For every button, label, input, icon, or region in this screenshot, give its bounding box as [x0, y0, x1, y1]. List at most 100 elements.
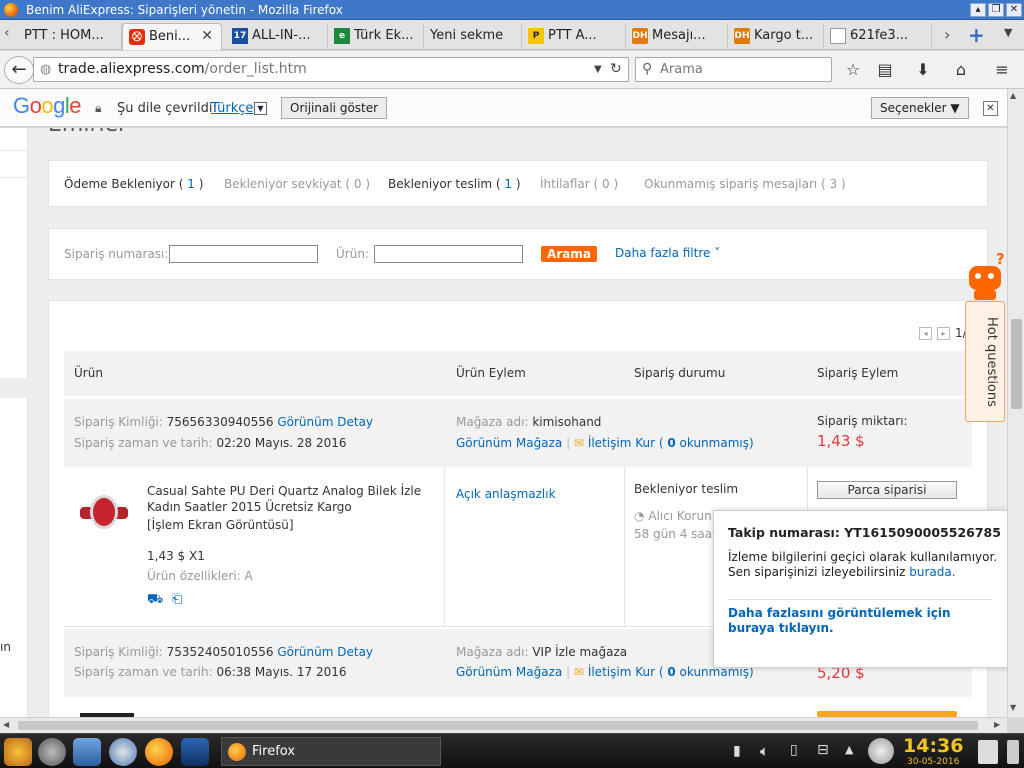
tab-ptt-home[interactable]: PTT : HOM...	[18, 23, 122, 50]
open-dispute-link[interactable]: Açık anlaşmazlık	[456, 487, 556, 501]
system-icon[interactable]	[38, 738, 66, 766]
scroll-right-icon[interactable]: ▶	[994, 720, 1000, 729]
taskbar-firefox-task[interactable]: Firefox	[221, 737, 441, 766]
more-filters-link[interactable]: Daha fazla filtre ˅	[615, 246, 720, 260]
order-amount: 1,43 $	[817, 432, 865, 450]
status-tab-awaiting-payment[interactable]: Ödeme Bekleniyor ( 1 )	[64, 177, 203, 191]
hscroll-thumb[interactable]	[18, 721, 978, 730]
contact-link[interactable]: İletişim Kur ( 0 okunmamış)	[588, 436, 754, 450]
track-order-button[interactable]: Parca siparisi	[817, 481, 957, 499]
url-dropdown-icon[interactable]: ▼	[594, 58, 602, 81]
mouse-icon[interactable]: ▯	[790, 742, 798, 758]
url-bar[interactable]: ◍ trade.aliexpress.com/order_list.htm ▼ …	[33, 57, 629, 82]
tab-list-chevron-icon[interactable]: ▼	[1004, 26, 1012, 39]
status-tab-unread-messages[interactable]: Okunmamış sipariş mesajları ( 3 )	[644, 177, 846, 191]
hot-questions-tab[interactable]: Hot questions	[965, 301, 1005, 422]
tab-messages[interactable]: DH Mesajı...	[626, 23, 728, 50]
window-titlebar: Benim AliExpress: Siparişleri yönetin - …	[0, 0, 1024, 20]
volume-icon[interactable]: 🔈︎	[760, 742, 769, 760]
search-icon: ⚲	[642, 61, 653, 77]
product-label: Ürün:	[336, 247, 369, 261]
calculator-icon[interactable]	[978, 740, 998, 764]
tab-aliexpress[interactable]: ⛒ Beni... ✕	[122, 23, 222, 50]
product-title-link[interactable]: Casual Sahte PU Deri Quartz Analog Bilek…	[147, 483, 439, 515]
tab-new[interactable]: Yeni sekme	[424, 23, 522, 50]
maximize-button[interactable]: ❐	[988, 3, 1004, 17]
robot-assistant-icon[interactable]	[966, 264, 1004, 300]
order-id-label: Sipariş Kimliği:	[74, 645, 163, 659]
clipboard-icon[interactable]: ▮	[733, 743, 741, 759]
col-order-action: Sipariş Eylem	[817, 366, 899, 380]
status-tab-awaiting-shipment[interactable]: Bekleniyor sevkiyat ( 0 )	[224, 177, 370, 191]
language-select[interactable]: Türkçe	[211, 101, 253, 116]
options-button[interactable]: Seçenekler ▼	[871, 97, 969, 119]
scroll-down-icon[interactable]: ▼	[1010, 703, 1016, 712]
firefox-icon	[228, 743, 246, 761]
user-icon[interactable]	[868, 738, 894, 764]
tab-bar: ‹ PTT : HOM... ⛒ Beni... ✕ 17 ALL-IN-... e…	[0, 20, 1024, 50]
tab-621fe3[interactable]: 621fe3...	[824, 23, 932, 50]
track-here-link[interactable]: burada.	[909, 565, 955, 579]
view-store-link[interactable]: Görünüm Mağaza	[456, 436, 562, 450]
firefox-launcher-icon[interactable]	[145, 738, 173, 766]
tab-scroll-right-icon[interactable]: ›	[944, 25, 950, 44]
view-detail-link[interactable]: Görünüm Detay	[277, 645, 373, 659]
order-status: Bekleniyor teslim	[634, 482, 739, 496]
start-menu-icon[interactable]	[4, 738, 32, 766]
product-input[interactable]	[374, 245, 523, 263]
status-tab-disputes[interactable]: İhtilaflar ( 0 )	[540, 177, 618, 191]
scroll-up-icon[interactable]: ▲	[1010, 91, 1016, 100]
home-folder-icon[interactable]	[73, 738, 101, 766]
close-translate-icon[interactable]: ✕	[983, 101, 998, 116]
tab-label: PTT : HOM...	[24, 28, 104, 43]
tab-scroll-left-icon[interactable]: ‹	[4, 25, 10, 41]
tab-ptt-a[interactable]: P PTT A...	[522, 23, 626, 50]
bookmark-star-icon[interactable]: ☆	[843, 61, 863, 79]
reading-list-icon[interactable]: ▤	[875, 61, 895, 79]
product-thumbnail[interactable]	[80, 491, 128, 535]
17track-icon: 17	[232, 27, 248, 44]
scroll-left-icon[interactable]: ◀	[3, 720, 9, 729]
next-page-icon[interactable]: ▸	[937, 327, 950, 340]
more-tracking-link[interactable]: Daha fazlasını görüntülemek için buraya …	[728, 606, 998, 636]
clock[interactable]: 14:36	[903, 735, 963, 757]
left-edge-text: ın	[0, 640, 11, 654]
show-original-button[interactable]: Orijinali göster	[281, 97, 388, 119]
language-dropdown-icon[interactable]: ▼	[254, 102, 267, 115]
vertical-scrollbar[interactable]: ▲ ▼	[1007, 89, 1024, 717]
scroll-thumb[interactable]	[1011, 319, 1022, 409]
envelope-icon: ✉	[573, 436, 584, 450]
snapshot-link[interactable]: [İşlem Ekran Görüntüsü]	[147, 518, 294, 532]
horizontal-scrollbar[interactable]: ◀ ▶	[0, 717, 1007, 733]
menu-hamburger-icon[interactable]: ≡	[992, 61, 1012, 79]
close-window-button[interactable]: ✕	[1006, 3, 1022, 17]
sidebar-item[interactable]	[0, 150, 28, 178]
tab-17track[interactable]: 17 ALL-IN-...	[226, 23, 328, 50]
view-store-link[interactable]: Görünüm Mağaza	[456, 665, 562, 679]
tracking-tooltip: Takip numarası: YT1615090005526785 İzlem…	[713, 510, 1008, 668]
reload-icon[interactable]: ↻	[610, 58, 622, 81]
minimize-button[interactable]: ▴	[970, 3, 986, 17]
lock-icon: 🔒︎	[95, 101, 102, 115]
store-label: Mağaza adı:	[456, 415, 529, 429]
page-heading: Emirler	[48, 128, 127, 137]
tab-kargo[interactable]: DH Kargo t...	[728, 23, 824, 50]
prev-page-icon[interactable]: ◂	[919, 327, 932, 340]
new-tab-plus-icon[interactable]: +	[968, 23, 985, 47]
tab-close-icon[interactable]: ✕	[201, 24, 213, 49]
order-number-input[interactable]	[169, 245, 318, 263]
desktop-icon[interactable]	[181, 738, 209, 766]
download-icon[interactable]: ⬇	[913, 61, 933, 79]
view-detail-link[interactable]: Görünüm Detay	[277, 415, 373, 429]
back-arrow-icon[interactable]: ←	[4, 56, 34, 84]
status-tab-awaiting-delivery[interactable]: Bekleniyor teslim ( 1 )	[388, 177, 521, 191]
home-icon[interactable]: ⌂	[951, 61, 971, 79]
search-placeholder: Arama	[660, 62, 703, 77]
tray-expand-icon[interactable]: ▲	[845, 743, 853, 756]
search-input[interactable]: ⚲ Arama	[635, 57, 832, 82]
battery-icon	[1007, 740, 1019, 764]
search-button[interactable]: Arama	[541, 246, 597, 262]
mail-icon[interactable]	[109, 738, 137, 766]
network-icon[interactable]: ⊟	[817, 742, 829, 758]
tab-turk-ek[interactable]: e Türk Ek...	[328, 23, 424, 50]
